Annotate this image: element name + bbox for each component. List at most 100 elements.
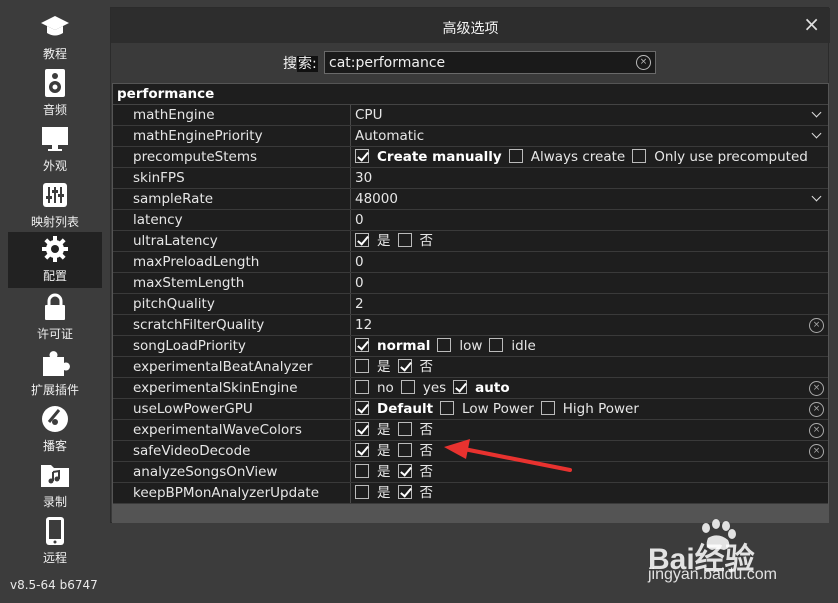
sidebar-item-appearance[interactable]: 外观: [8, 122, 102, 178]
checkbox[interactable]: [440, 401, 455, 415]
checkbox-checked[interactable]: [355, 149, 369, 163]
checkbox[interactable]: [400, 380, 415, 394]
choice-option[interactable]: 是: [355, 420, 391, 440]
choice-option[interactable]: Default: [355, 399, 433, 419]
option-value-input[interactable]: 12 ×: [352, 315, 828, 335]
choice-label: Only use precomputed: [654, 149, 808, 165]
reset-icon[interactable]: ×: [809, 318, 824, 333]
option-value: 48000: [355, 191, 398, 207]
checkbox[interactable]: [540, 401, 555, 415]
sidebar-item-podcast[interactable]: 播客: [8, 402, 102, 458]
reset-icon[interactable]: ×: [809, 444, 824, 459]
choice-option[interactable]: 否: [397, 441, 434, 461]
checkbox[interactable]: [355, 380, 369, 394]
clear-search-icon[interactable]: ×: [636, 55, 651, 70]
choice-option[interactable]: High Power: [540, 399, 639, 419]
choice-label: 是: [377, 464, 391, 480]
choice-option[interactable]: auto: [453, 378, 510, 398]
choice-option[interactable]: 是: [355, 231, 391, 251]
choice-option[interactable]: 是: [355, 483, 391, 503]
option-value-input[interactable]: 2: [352, 294, 828, 314]
choice-option[interactable]: 否: [397, 231, 433, 251]
choice-option[interactable]: 是: [355, 441, 391, 461]
choice-option[interactable]: 否: [397, 357, 433, 377]
choice-option[interactable]: Only use precomputed: [632, 147, 808, 167]
choice-option[interactable]: 否: [397, 462, 433, 482]
option-value: 30: [355, 170, 373, 186]
sidebar-item-label: 映射列表: [30, 215, 79, 229]
sidebar-item-label: 外观: [42, 159, 67, 173]
checkbox[interactable]: [437, 338, 452, 352]
choice-label: 是: [377, 233, 391, 249]
checkbox-checked[interactable]: [397, 464, 412, 478]
checkbox-checked[interactable]: [453, 380, 468, 394]
watermark-url: jingyan.baidu.com: [648, 566, 777, 583]
option-name: precomputeStems: [113, 147, 351, 167]
table-row: songLoadPriority normal low idle: [113, 336, 828, 357]
choice-option[interactable]: low: [437, 336, 482, 356]
reset-icon[interactable]: ×: [809, 402, 824, 417]
sidebar-item-license[interactable]: 许可证: [8, 290, 102, 346]
choice-option[interactable]: Always create: [508, 147, 625, 167]
checkbox[interactable]: [489, 338, 504, 352]
sidebar-item-remote[interactable]: 远程: [8, 514, 102, 570]
checkbox[interactable]: [355, 464, 369, 478]
option-value-input[interactable]: 0: [352, 210, 828, 230]
option-name: latency: [113, 210, 351, 230]
puzzle-icon: [40, 348, 70, 378]
search-input[interactable]: [329, 53, 629, 72]
sidebar-item-extensions[interactable]: 扩展插件: [8, 346, 102, 402]
option-value-input[interactable]: 30: [352, 168, 828, 188]
choice-option[interactable]: no: [355, 378, 394, 398]
choice-label: low: [459, 338, 483, 354]
checkbox[interactable]: [355, 359, 369, 373]
dialog-title: 高级选项: [442, 21, 499, 37]
sidebar-item-tutorial[interactable]: 教程: [8, 10, 102, 66]
choice-option[interactable]: Create manually: [355, 147, 502, 167]
choice-option[interactable]: idle: [489, 336, 536, 356]
checkbox[interactable]: [508, 149, 523, 163]
option-dropdown[interactable]: 48000: [352, 189, 828, 209]
checkbox-checked[interactable]: [355, 422, 369, 436]
choice-label: Create manually: [377, 149, 502, 165]
checkbox-checked[interactable]: [397, 359, 412, 373]
choice-option[interactable]: 否: [397, 483, 433, 503]
option-value: 2: [355, 296, 364, 312]
option-name: ultraLatency: [113, 231, 351, 251]
checkbox[interactable]: [355, 485, 369, 499]
checkbox[interactable]: [397, 443, 412, 457]
choice-option[interactable]: normal: [355, 336, 430, 356]
reset-icon[interactable]: ×: [809, 381, 824, 396]
close-button[interactable]: ×: [803, 14, 820, 34]
reset-icon[interactable]: ×: [809, 423, 824, 438]
option-name: mathEngine: [113, 105, 351, 125]
option-choices: 是 否 ×: [352, 441, 828, 461]
gear-icon: [40, 234, 70, 264]
checkbox[interactable]: [632, 149, 647, 163]
choice-option[interactable]: 是: [355, 357, 391, 377]
choice-option[interactable]: 是: [355, 462, 391, 482]
sidebar-item-record[interactable]: 录制: [8, 458, 102, 514]
choice-option[interactable]: Low Power: [440, 399, 534, 419]
option-name: keepBPMonAnalyzerUpdate: [113, 483, 351, 503]
checkbox-checked[interactable]: [355, 443, 369, 457]
checkbox-checked[interactable]: [397, 485, 412, 499]
option-value-input[interactable]: 0: [352, 273, 828, 293]
lock-icon: [40, 292, 70, 322]
choice-option[interactable]: yes: [400, 378, 446, 398]
option-value-input[interactable]: 0: [352, 252, 828, 272]
choice-option[interactable]: 否: [397, 420, 433, 440]
option-dropdown[interactable]: CPU: [352, 105, 828, 125]
checkbox-checked[interactable]: [355, 401, 369, 415]
checkbox-checked[interactable]: [355, 338, 369, 352]
checkbox[interactable]: [397, 233, 412, 247]
choice-label: 否: [419, 443, 434, 459]
sidebar-item-label: 许可证: [36, 327, 73, 341]
sidebar-item-audio[interactable]: 音频: [8, 66, 102, 122]
checkbox-checked[interactable]: [355, 233, 369, 247]
table-row: maxPreloadLength 0: [113, 252, 828, 273]
sidebar-item-config[interactable]: 配置: [8, 232, 102, 288]
sidebar-item-mapping[interactable]: 映射列表: [8, 178, 102, 234]
checkbox[interactable]: [397, 422, 412, 436]
option-dropdown[interactable]: Automatic: [352, 126, 828, 146]
